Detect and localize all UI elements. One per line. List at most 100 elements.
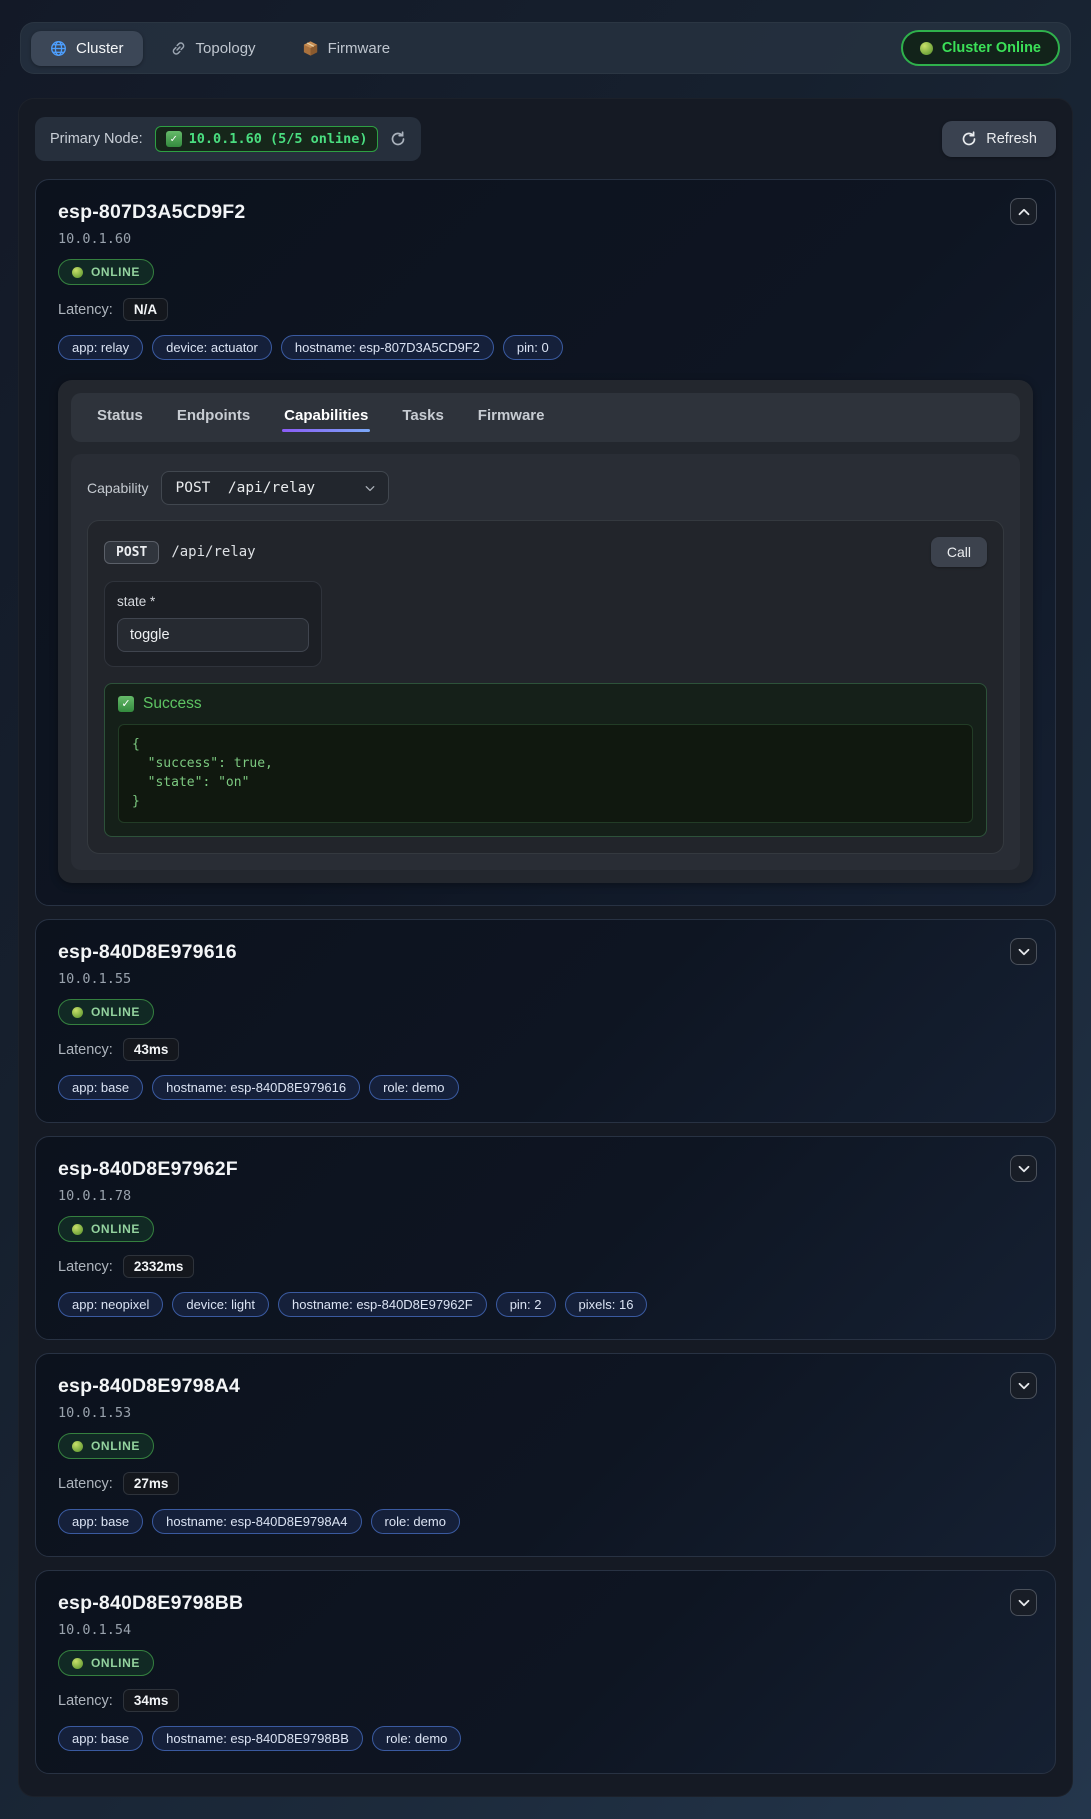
online-dot-icon — [72, 1224, 83, 1235]
latency-label: Latency: — [58, 1042, 113, 1058]
status-dot-icon — [920, 42, 933, 55]
tab-firmware[interactable]: Firmware — [283, 31, 410, 66]
cluster-status-label: Cluster Online — [942, 40, 1041, 56]
tab-capabilities[interactable]: Capabilities — [270, 405, 382, 432]
online-dot-icon — [72, 1441, 83, 1452]
node-detail-panel: Status Endpoints Capabilities Tasks Firm… — [58, 380, 1033, 883]
method-badge: POST — [104, 541, 159, 564]
latency-row: Latency: 2332ms — [58, 1255, 1033, 1278]
tag: hostname: esp-840D8E9798A4 — [152, 1509, 361, 1534]
node-ip: 10.0.1.78 — [58, 1188, 1033, 1204]
result-header: ✓ Success — [118, 695, 973, 713]
node-card: esp-840D8E979616 10.0.1.55 ONLINE Latenc… — [35, 919, 1056, 1123]
primary-node-label: Primary Node: — [50, 131, 143, 147]
node-ip: 10.0.1.53 — [58, 1405, 1033, 1421]
refresh-icon — [961, 131, 977, 147]
endpoint-header: POST /api/relay Call — [104, 537, 987, 567]
refresh-button[interactable]: Refresh — [942, 121, 1056, 157]
status-badge: ONLINE — [58, 1433, 154, 1459]
tag: pin: 0 — [503, 335, 563, 360]
param-input[interactable] — [117, 618, 309, 652]
tag: app: base — [58, 1509, 143, 1534]
status-label: ONLINE — [91, 1439, 140, 1453]
tab-firmware-detail[interactable]: Firmware — [464, 405, 559, 432]
expand-button[interactable] — [1010, 1589, 1037, 1616]
tag: pin: 2 — [496, 1292, 556, 1317]
package-icon — [302, 40, 319, 57]
node-name: esp-840D8E97962F — [58, 1158, 1033, 1181]
latency-label: Latency: — [58, 1693, 113, 1709]
tag: role: demo — [372, 1726, 461, 1751]
latency-value: N/A — [123, 298, 168, 321]
tab-status[interactable]: Status — [83, 405, 157, 432]
globe-icon — [50, 40, 67, 57]
status-label: ONLINE — [91, 1656, 140, 1670]
online-dot-icon — [72, 1007, 83, 1018]
online-dot-icon — [72, 1658, 83, 1669]
tab-cluster-label: Cluster — [76, 40, 124, 57]
refresh-icon[interactable] — [390, 131, 406, 147]
tab-topology[interactable]: Topology — [151, 31, 275, 66]
tag: app: base — [58, 1726, 143, 1751]
tag-list: app: base hostname: esp-840D8E9798A4 rol… — [58, 1509, 1033, 1534]
main-panel: Primary Node: ✓ 10.0.1.60 (5/5 online) R… — [18, 98, 1073, 1797]
detail-tabbar: Status Endpoints Capabilities Tasks Firm… — [71, 393, 1020, 442]
expand-button[interactable] — [1010, 938, 1037, 965]
node-name: esp-840D8E979616 — [58, 941, 1033, 964]
capability-select[interactable]: POST /api/relay — [161, 471, 389, 505]
status-label: ONLINE — [91, 265, 140, 279]
result-panel: ✓ Success { "success": true, "state": "o… — [104, 683, 987, 837]
latency-value: 27ms — [123, 1472, 180, 1495]
chevron-up-icon — [1018, 208, 1030, 216]
call-button[interactable]: Call — [931, 537, 987, 567]
top-nav: Cluster Topology Firmware Cluster Online — [20, 22, 1071, 74]
status-badge: ONLINE — [58, 1650, 154, 1676]
tag: app: relay — [58, 335, 143, 360]
tag-list: app: relay device: actuator hostname: es… — [58, 335, 1033, 360]
tag-list: app: base hostname: esp-840D8E9798BB rol… — [58, 1726, 1033, 1751]
collapse-button[interactable] — [1010, 198, 1037, 225]
status-label: ONLINE — [91, 1005, 140, 1019]
expand-button[interactable] — [1010, 1155, 1037, 1182]
result-json: { "success": true, "state": "on" } — [118, 724, 973, 823]
latency-value: 43ms — [123, 1038, 180, 1061]
latency-label: Latency: — [58, 302, 113, 318]
chevron-down-icon — [1018, 948, 1030, 956]
node-card: esp-840D8E9798BB 10.0.1.54 ONLINE Latenc… — [35, 1570, 1056, 1774]
node-card: esp-807D3A5CD9F2 10.0.1.60 ONLINE Latenc… — [35, 179, 1056, 906]
tag: app: neopixel — [58, 1292, 163, 1317]
tab-cluster[interactable]: Cluster — [31, 31, 143, 66]
tab-tasks[interactable]: Tasks — [388, 405, 457, 432]
capability-label: Capability — [87, 480, 148, 496]
online-dot-icon — [72, 267, 83, 278]
primary-node-value: 10.0.1.60 (5/5 online) — [189, 131, 368, 147]
node-name: esp-807D3A5CD9F2 — [58, 201, 1033, 224]
node-name: esp-840D8E9798BB — [58, 1592, 1033, 1615]
latency-row: Latency: 43ms — [58, 1038, 1033, 1061]
cluster-status-badge: Cluster Online — [901, 30, 1060, 66]
expand-button[interactable] — [1010, 1372, 1037, 1399]
status-badge: ONLINE — [58, 999, 154, 1025]
capabilities-section: Capability POST /api/relay POST /api/rel… — [71, 454, 1020, 870]
tab-topology-label: Topology — [196, 40, 256, 57]
tag-list: app: base hostname: esp-840D8E979616 rol… — [58, 1075, 1033, 1100]
param-card: state * — [104, 581, 322, 667]
latency-row: Latency: 27ms — [58, 1472, 1033, 1495]
latency-value: 2332ms — [123, 1255, 195, 1278]
node-ip: 10.0.1.60 — [58, 231, 1033, 247]
primary-node-box: Primary Node: ✓ 10.0.1.60 (5/5 online) — [35, 117, 421, 161]
tag: hostname: esp-840D8E979616 — [152, 1075, 360, 1100]
refresh-button-label: Refresh — [986, 131, 1037, 147]
check-icon: ✓ — [166, 131, 182, 147]
endpoint-panel: POST /api/relay Call state * ✓ Success — [87, 520, 1004, 854]
tag: role: demo — [371, 1509, 460, 1534]
endpoint-path: /api/relay — [171, 544, 255, 560]
tab-endpoints[interactable]: Endpoints — [163, 405, 264, 432]
param-label: state * — [117, 594, 309, 609]
capability-selected-value: POST /api/relay — [175, 480, 315, 496]
node-card: esp-840D8E9798A4 10.0.1.53 ONLINE Latenc… — [35, 1353, 1056, 1557]
latency-row: Latency: N/A — [58, 298, 1033, 321]
status-badge: ONLINE — [58, 1216, 154, 1242]
link-icon — [170, 40, 187, 57]
latency-label: Latency: — [58, 1259, 113, 1275]
